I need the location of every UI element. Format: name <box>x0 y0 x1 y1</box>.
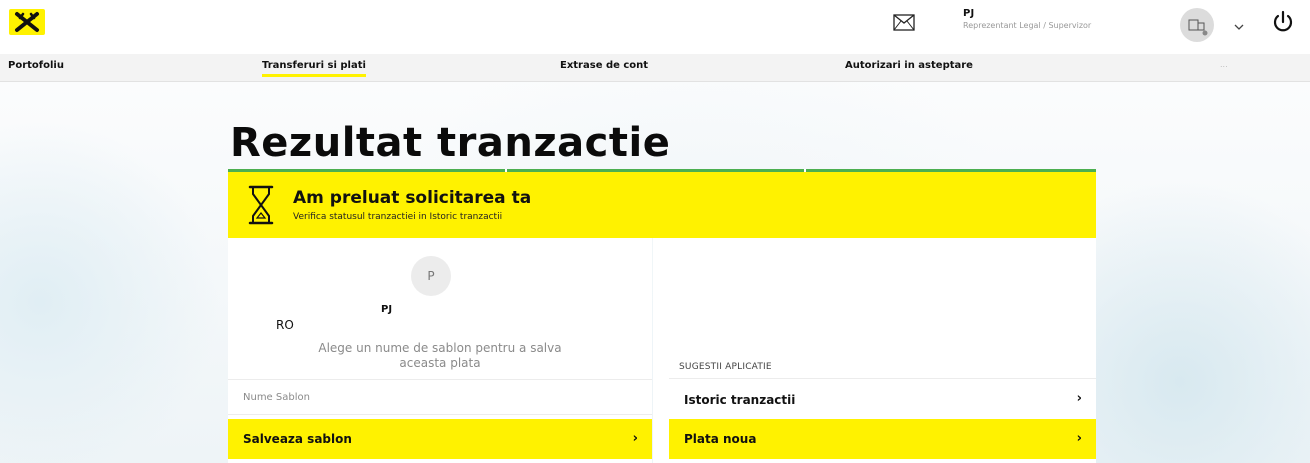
beneficiary-avatar: P <box>411 256 451 296</box>
user-name: PJ <box>963 8 975 19</box>
beneficiary-name: PJ <box>381 304 393 315</box>
company-avatar-icon[interactable] <box>1180 8 1214 42</box>
banner-title: Am preluat solicitarea ta <box>293 188 532 208</box>
page-title: Rezultat tranzactie <box>230 120 671 166</box>
result-banner: Am preluat solicitarea ta Verifica statu… <box>228 172 1096 238</box>
suggestions-heading: SUGESTII APLICATIE <box>679 362 772 372</box>
user-info[interactable]: PJ Reprezentant Legal / Supervizor <box>963 8 1091 30</box>
raiffeisen-logo-icon[interactable] <box>9 9 45 35</box>
new-payment-button[interactable]: Plata noua › <box>669 419 1096 459</box>
transaction-history-button[interactable]: Istoric tranzactii › <box>669 378 1096 414</box>
envelope-icon[interactable] <box>893 14 915 35</box>
nav-item-portofoliu[interactable]: Portofoliu <box>8 60 64 71</box>
save-template-label: Salveaza sablon <box>243 432 352 446</box>
template-hint-line: Alege un nume de sablon pentru a salva <box>318 341 562 355</box>
top-header: PJ Reprezentant Legal / Supervizor <box>0 0 1310 54</box>
nav-item-extrase[interactable]: Extrase de cont <box>560 60 648 71</box>
transaction-history-label: Istoric tranzactii <box>684 393 796 407</box>
beneficiary-country: RO <box>276 318 294 332</box>
suggestions-card: SUGESTII APLICATIE Istoric tranzactii › … <box>653 238 1096 463</box>
user-role: Reprezentant Legal / Supervizor <box>963 21 1092 30</box>
new-payment-label: Plata noua <box>684 432 757 446</box>
chevron-right-icon: › <box>632 431 638 446</box>
template-hint: Alege un nume de sablon pentru a salva a… <box>228 341 652 371</box>
save-template-button[interactable]: Salveaza sablon › <box>228 419 652 459</box>
nav-more[interactable]: ... <box>1220 60 1228 69</box>
chevron-right-icon: › <box>1076 431 1082 446</box>
nav-item-transferuri[interactable]: Transferuri si plati <box>262 60 366 77</box>
chevron-right-icon: › <box>1076 391 1082 406</box>
nav-item-autorizari[interactable]: Autorizari in asteptare <box>845 60 973 71</box>
main-nav: Portofoliu Transferuri si plati Extrase … <box>0 54 1310 82</box>
chevron-down-icon[interactable] <box>1234 16 1244 35</box>
beneficiary-card: P PJ RO Alege un nume de sablon pentru a… <box>228 238 652 463</box>
template-hint-line: aceasta plata <box>399 356 481 370</box>
template-name-input[interactable] <box>228 379 652 415</box>
banner-subtitle: Verifica statusul tranzactiei in Istoric… <box>293 212 503 222</box>
hourglass-icon <box>248 185 274 229</box>
power-icon[interactable] <box>1271 10 1295 38</box>
